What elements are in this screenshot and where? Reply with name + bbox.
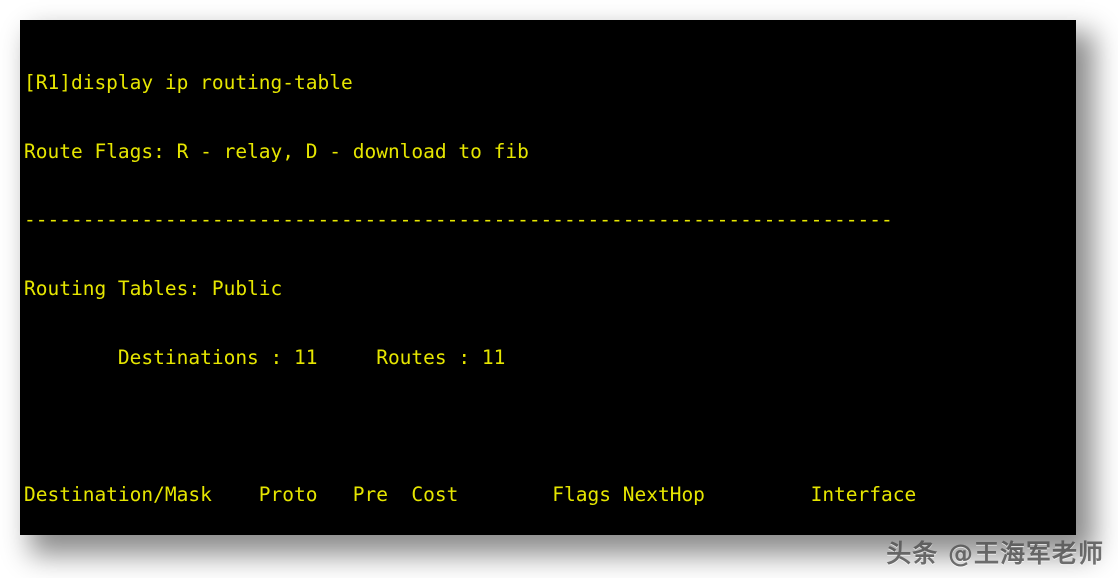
console-line-summary: Destinations : 11 Routes : 11 — [24, 345, 506, 369]
console-line-column-header: Destination/Mask Proto Pre Cost Flags Ne… — [24, 483, 917, 507]
console-line-blank-1 — [24, 415, 1076, 438]
console-line-flags-legend: Route Flags: R - relay, D - download to … — [24, 139, 529, 163]
console-line-table-scope: Routing Tables: Public — [24, 276, 283, 300]
terminal-window[interactable]: [R1]display ip routing-table Route Flags… — [20, 20, 1076, 535]
console-line-separator: ----------------------------------------… — [24, 208, 893, 232]
screenshot-canvas: [R1]display ip routing-table Route Flags… — [0, 0, 1118, 578]
console-line-prompt: [R1]display ip routing-table — [24, 70, 353, 94]
console-output[interactable]: [R1]display ip routing-table Route Flags… — [24, 26, 1076, 535]
watermark-text: 头条 @王海军老师 — [886, 539, 1104, 568]
